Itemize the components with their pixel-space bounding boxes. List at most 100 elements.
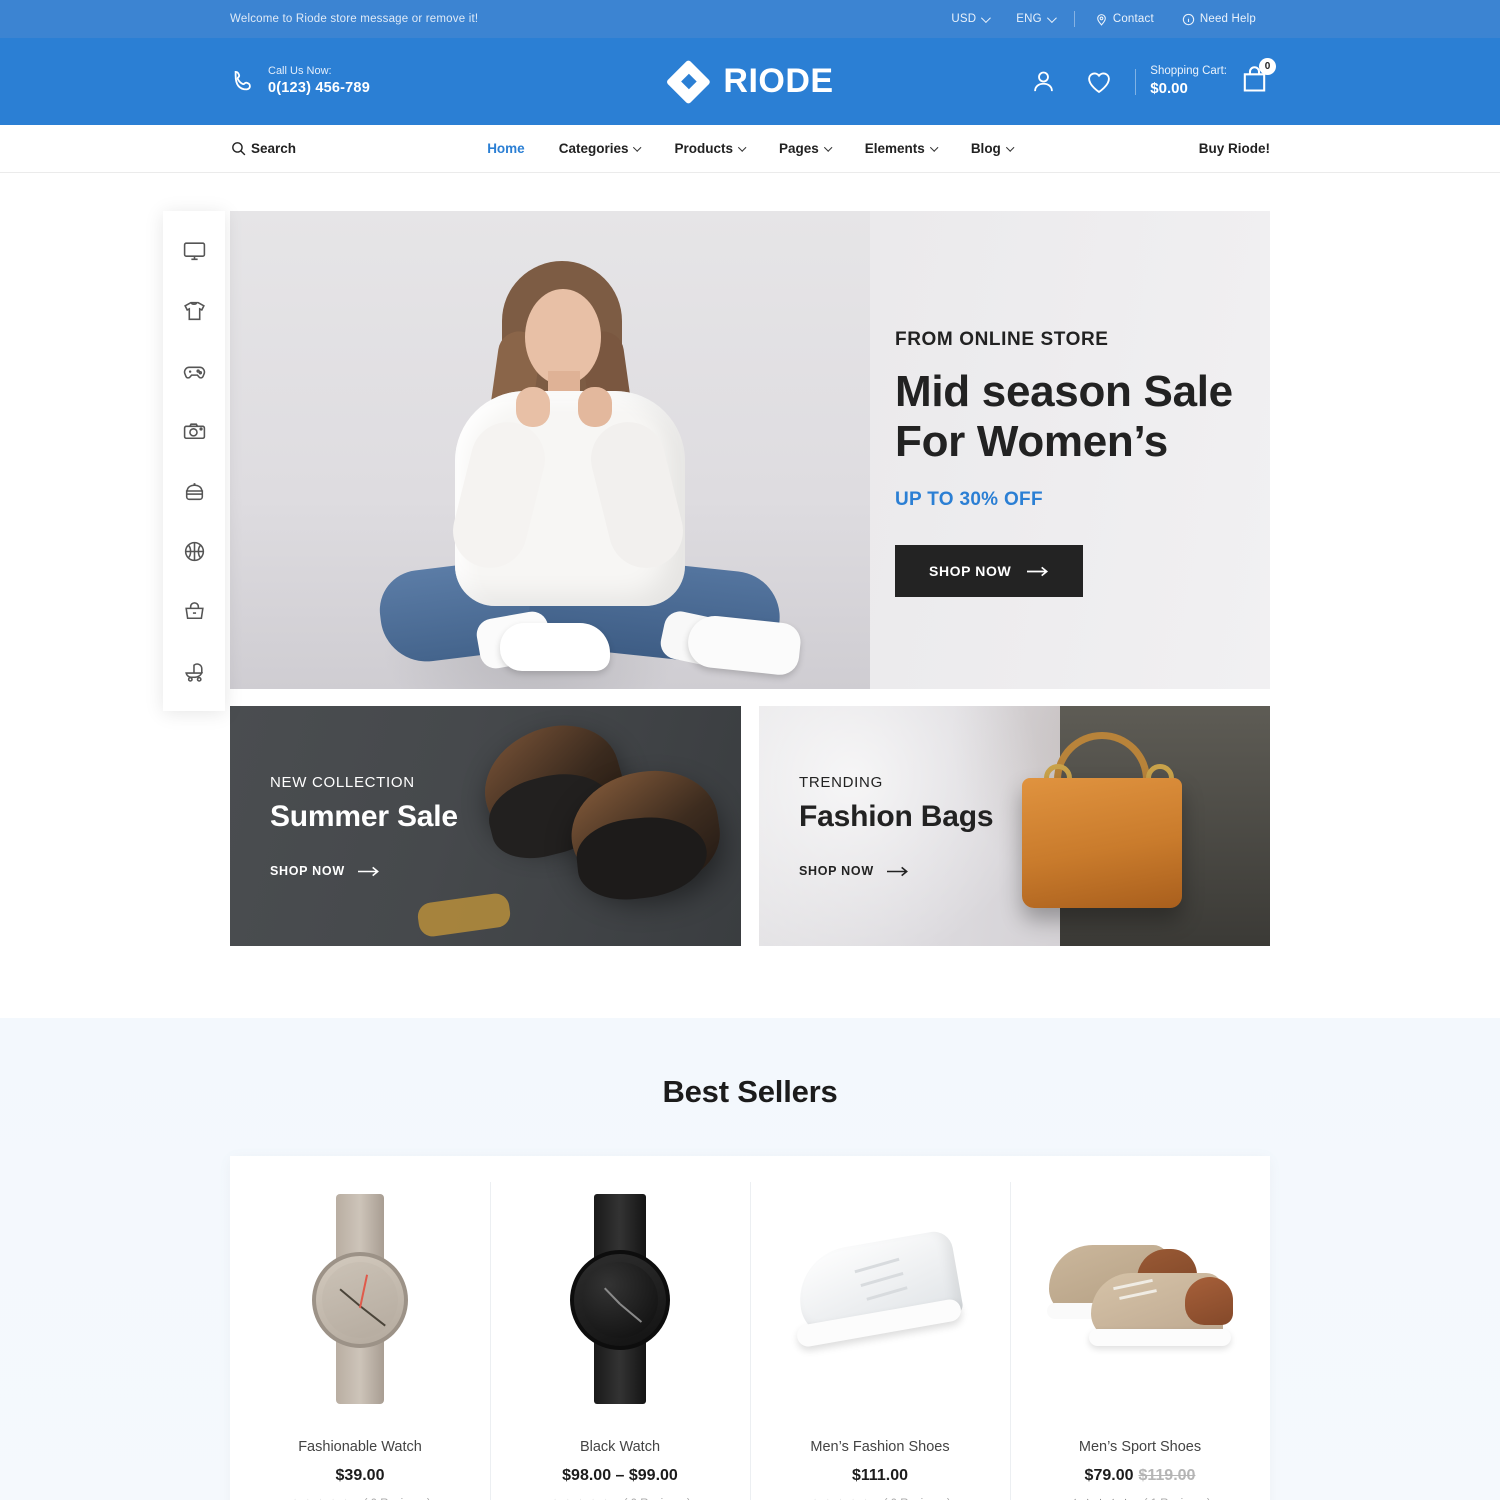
promo-shop-now-link[interactable]: SHOP NOW bbox=[270, 864, 458, 878]
sidebar-item-gaming[interactable] bbox=[163, 341, 225, 401]
handbag-icon bbox=[184, 601, 204, 619]
search-icon bbox=[232, 142, 246, 156]
product-price: $98.00 – $99.00 bbox=[562, 1467, 678, 1485]
chevron-down-icon bbox=[1046, 12, 1057, 23]
product-name: Men’s Fashion Shoes bbox=[810, 1439, 950, 1455]
gamepad-icon bbox=[183, 366, 205, 379]
arrow-right-icon bbox=[886, 866, 908, 876]
product-card[interactable]: Men’s Sport Shoes $79.00$119.00 ★★★★★ ( … bbox=[1010, 1156, 1270, 1500]
nav-item-label: Home bbox=[487, 141, 525, 156]
monitor-icon bbox=[183, 241, 205, 260]
chevron-down-icon bbox=[633, 142, 642, 152]
divider bbox=[1135, 68, 1137, 95]
cart-count-badge: 0 bbox=[1259, 57, 1276, 75]
contact-link[interactable]: Contact bbox=[1081, 13, 1168, 26]
hero-banner[interactable]: FROM ONLINE STORE Mid season Sale For Wo… bbox=[230, 211, 1270, 689]
tshirt-icon bbox=[183, 301, 205, 320]
sidebar-item-baby[interactable] bbox=[163, 641, 225, 701]
nav-item-home[interactable]: Home bbox=[470, 141, 542, 156]
promo-banner-fashion-bags[interactable]: TRENDING Fashion Bags SHOP NOW bbox=[759, 706, 1270, 946]
cart-total: $0.00 bbox=[1150, 80, 1188, 98]
product-card[interactable]: Fashionable Watch $39.00 ★★★★★ ( 0 Revie… bbox=[230, 1156, 490, 1500]
call-us-block[interactable]: Call Us Now: 0(123) 456-789 bbox=[230, 64, 370, 98]
site-logo[interactable]: RIODE bbox=[665, 58, 834, 105]
promo-cta-label: SHOP NOW bbox=[799, 864, 874, 878]
sidebar-item-sports[interactable] bbox=[163, 521, 225, 581]
star-rating-icon: ★★★★★ bbox=[289, 1496, 352, 1500]
heart-icon bbox=[1088, 72, 1111, 93]
product-card[interactable]: Black Watch $98.00 – $99.00 ★★★★★ ( 0 Re… bbox=[490, 1156, 750, 1500]
mens-sport-shoes-graphic bbox=[1045, 1239, 1235, 1359]
nav-item-products[interactable]: Products bbox=[657, 141, 762, 156]
logo-diamond-icon bbox=[665, 58, 712, 105]
sidebar-item-camera[interactable] bbox=[163, 401, 225, 461]
product-image bbox=[564, 1186, 676, 1411]
cart-button[interactable]: Shopping Cart: $0.00 0 bbox=[1144, 57, 1276, 100]
sidebar-item-cookware[interactable] bbox=[163, 461, 225, 521]
hero-kicker: FROM ONLINE STORE bbox=[895, 329, 1109, 350]
product-rating-row: ★★★★★ ( 0 Reviews ) bbox=[289, 1496, 430, 1500]
hero-title-line-2: For Women’s bbox=[895, 417, 1168, 467]
chevron-down-icon bbox=[929, 142, 939, 152]
hero-subtitle: UP TO 30% OFF bbox=[895, 489, 1043, 511]
stroller-icon bbox=[184, 662, 203, 682]
cart-icon-wrapper: 0 bbox=[1239, 57, 1276, 100]
mens-fashion-shoes-graphic bbox=[790, 1228, 970, 1364]
nav-item-label: Elements bbox=[864, 141, 925, 156]
cart-text: Shopping Cart: $0.00 bbox=[1150, 64, 1227, 100]
site-header: Call Us Now: 0(123) 456-789 RIODE Shoppi… bbox=[0, 38, 1500, 125]
page-content: FROM ONLINE STORE Mid season Sale For Wo… bbox=[0, 173, 1500, 1500]
language-label: ENG bbox=[1016, 13, 1042, 25]
hero-cta-label: SHOP NOW bbox=[929, 563, 1012, 580]
promo-banner-summer-sale[interactable]: NEW COLLECTION Summer Sale SHOP NOW bbox=[230, 706, 741, 946]
chevron-down-icon bbox=[1005, 142, 1015, 152]
star-rating-icon: ★★★★★ bbox=[549, 1496, 612, 1500]
wishlist-button[interactable] bbox=[1071, 68, 1127, 96]
best-sellers-section: Best Sellers Fashionable Watch $39.00 Bl… bbox=[0, 1018, 1500, 1500]
promo-banner-row: NEW COLLECTION Summer Sale SHOP NOW TREN… bbox=[230, 706, 1270, 946]
product-rating-row: ★★★★★ ( 0 Reviews ) bbox=[549, 1496, 690, 1500]
product-name: Men’s Sport Shoes bbox=[1078, 1439, 1202, 1455]
product-card[interactable]: Men’s Fashion Shoes $111.00 ★★★★★ ( 0 Re… bbox=[750, 1156, 1010, 1500]
sidebar-item-fashion[interactable] bbox=[163, 281, 225, 341]
promo-shop-now-link[interactable]: SHOP NOW bbox=[799, 864, 993, 878]
buy-riode-link[interactable]: Buy Riode! bbox=[1199, 141, 1270, 156]
nav-item-elements[interactable]: Elements bbox=[848, 141, 954, 156]
promo-cta-label: SHOP NOW bbox=[270, 864, 345, 878]
nav-item-blog[interactable]: Blog bbox=[954, 141, 1030, 156]
hero-title-line-1: Mid season Sale bbox=[895, 367, 1233, 416]
hero-shop-now-button[interactable]: SHOP NOW bbox=[895, 545, 1084, 598]
nav-item-label: Categories bbox=[558, 141, 629, 156]
product-current-price: $79.00 bbox=[1084, 1467, 1134, 1484]
account-button[interactable] bbox=[1016, 68, 1071, 95]
nav-item-pages[interactable]: Pages bbox=[762, 141, 848, 156]
info-icon bbox=[1182, 13, 1195, 25]
top-announcement-bar: Welcome to Riode store message or remove… bbox=[0, 0, 1500, 38]
product-current-price: $39.00 bbox=[335, 1467, 385, 1484]
best-sellers-title: Best Sellers bbox=[662, 1074, 838, 1109]
product-rating-row: ★★★★★ ( 1 Reviews ) bbox=[1069, 1496, 1210, 1500]
product-price: $79.00 $119.00 bbox=[1085, 1467, 1196, 1485]
chevron-down-icon bbox=[981, 12, 992, 23]
logo-text: RIODE bbox=[723, 62, 834, 100]
fashionable-watch-graphic bbox=[304, 1193, 416, 1404]
promo-text-block: TRENDING Fashion Bags SHOP NOW bbox=[799, 774, 994, 878]
product-grid: Fashionable Watch $39.00 ★★★★★ ( 0 Revie… bbox=[230, 1156, 1270, 1500]
product-current-price: $111.00 bbox=[851, 1467, 909, 1484]
currency-label: USD bbox=[951, 13, 977, 25]
product-name: Black Watch bbox=[579, 1439, 661, 1455]
currency-selector[interactable]: USD bbox=[937, 12, 1002, 25]
nav-item-categories[interactable]: Categories bbox=[542, 141, 658, 156]
phone-number: 0(123) 456-789 bbox=[268, 80, 370, 97]
nav-item-label: Products bbox=[674, 141, 733, 156]
divider bbox=[1073, 11, 1075, 27]
need-help-link[interactable]: Need Help bbox=[1168, 13, 1270, 26]
search-button[interactable]: Search bbox=[230, 140, 296, 157]
page-root: Welcome to Riode store message or remove… bbox=[0, 0, 1500, 1500]
hero-model-photo bbox=[230, 211, 870, 689]
sidebar-item-bags[interactable] bbox=[163, 581, 225, 641]
product-current-price: $98.00 – $99.00 bbox=[562, 1467, 678, 1484]
language-selector[interactable]: ENG bbox=[1002, 12, 1068, 25]
sidebar-item-electronics[interactable] bbox=[163, 221, 225, 281]
location-pin-icon bbox=[1096, 13, 1106, 26]
